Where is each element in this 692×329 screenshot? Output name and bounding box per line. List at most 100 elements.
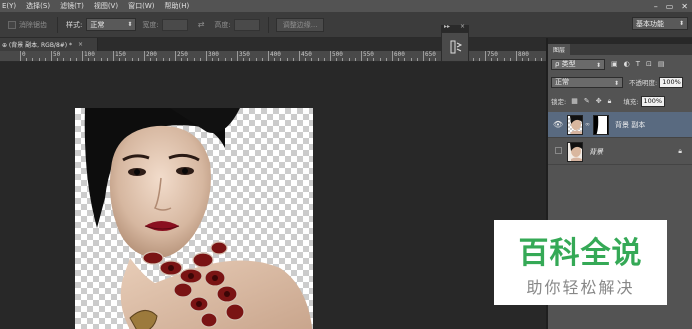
ruler-minor-tick — [416, 58, 418, 61]
ruler-minor-tick — [212, 58, 214, 61]
ruler-minor-tick — [131, 58, 133, 61]
filter-select[interactable]: ρ 类型 ⬍ — [551, 58, 605, 70]
ruler-label: 150 — [115, 51, 126, 58]
ruler-major-tick — [175, 51, 176, 61]
maximize-button[interactable]: ▭ — [666, 2, 674, 11]
ruler-label: 400 — [270, 51, 281, 58]
chevron-down-icon: ⬍ — [613, 79, 619, 87]
ruler-minor-tick — [75, 58, 77, 61]
document-tab-label: ⊕ (背景 副本, RGB/8#) * — [2, 42, 73, 49]
ruler-major-tick — [268, 51, 269, 61]
chevron-down-icon: ⬍ — [678, 20, 684, 27]
style-select[interactable]: 正常 ⬍ — [86, 18, 137, 31]
layer-filter-row: ρ 类型 ⬍ ▣ ◐ T ⊡ ▤ — [548, 57, 692, 71]
lock-label: 锁定: — [551, 98, 567, 106]
height-label: 高度: — [214, 20, 231, 29]
layer-name[interactable]: 背景 — [589, 147, 603, 157]
opacity-field[interactable]: 100% — [659, 76, 684, 88]
menu-view[interactable]: 视图(V) — [94, 1, 118, 11]
ruler-label: 250 — [177, 51, 188, 58]
menu-window[interactable]: 窗口(W) — [128, 1, 154, 11]
close-window-button[interactable]: ✕ — [681, 2, 688, 11]
workspace-select[interactable]: 基本功能 ⬍ — [632, 17, 688, 30]
smart-object-filter-icon[interactable]: ▤ — [658, 60, 665, 68]
ruler-label: 300 — [208, 51, 219, 58]
image-filter-icon[interactable]: ▣ — [611, 60, 618, 68]
menu-edit[interactable]: E(Y) — [2, 2, 16, 10]
ruler-minor-tick — [63, 58, 65, 61]
ruler-minor-tick — [491, 58, 493, 61]
shape-filter-icon[interactable]: ⊡ — [646, 60, 652, 68]
visibility-toggle[interactable] — [551, 147, 565, 156]
width-field[interactable] — [161, 18, 188, 31]
ruler-minor-tick — [193, 58, 195, 61]
panel-tab-bar: 图层 — [548, 44, 692, 55]
menu-filter[interactable]: 滤镜(T) — [60, 1, 84, 11]
ruler-minor-tick — [168, 58, 170, 61]
floating-tool-panel[interactable] — [441, 32, 469, 62]
ruler-label: 550 — [363, 51, 374, 58]
swap-icon[interactable]: ⇄ — [198, 20, 205, 29]
ruler-major-tick — [423, 51, 424, 61]
lock-all-icon[interactable]: 🔒︎ — [608, 97, 612, 106]
refine-edge-button[interactable]: 调整边缘... — [275, 17, 325, 32]
minimize-button[interactable]: – — [654, 2, 658, 11]
ruler-minor-tick — [478, 58, 480, 61]
lock-position-icon[interactable]: ✥ — [596, 97, 602, 105]
close-icon[interactable]: × — [460, 23, 465, 30]
ruler-major-tick — [485, 51, 486, 61]
menu-help[interactable]: 帮助(H) — [164, 1, 189, 11]
ruler-minor-tick — [218, 58, 220, 61]
ruler-minor-tick — [94, 58, 96, 61]
ruler-minor-tick — [534, 58, 536, 61]
ruler-minor-tick — [162, 58, 164, 61]
ruler-minor-tick — [100, 58, 102, 61]
ruler-minor-tick — [410, 58, 412, 61]
ruler-label: 0 — [22, 51, 26, 58]
ruler-minor-tick — [249, 58, 251, 61]
antialias-label: 消除锯齿 — [19, 20, 47, 29]
ruler-label: 200 — [146, 51, 157, 58]
style-label: 样式: — [66, 20, 83, 29]
ruler-minor-tick — [540, 58, 542, 61]
ruler-minor-tick — [404, 58, 406, 61]
ruler-minor-tick — [230, 58, 232, 61]
document-tab[interactable]: ⊕ (背景 副本, RGB/8#) * × — [0, 38, 98, 51]
type-filter-icon[interactable]: T — [636, 60, 640, 68]
floating-panel-header[interactable]: ▸▸ × — [441, 23, 469, 32]
width-label: 宽度: — [142, 20, 159, 29]
layer-row-background[interactable]: 背景 🔒︎ — [548, 139, 692, 165]
fill-label: 填充: — [623, 98, 639, 106]
ruler-minor-tick — [472, 58, 474, 61]
ruler-minor-tick — [125, 58, 127, 61]
canvas-area[interactable] — [0, 62, 546, 329]
history-brush-icon[interactable] — [442, 33, 470, 63]
layer-row-background-copy[interactable]: 👁︎ ∞ 背景 副本 — [548, 112, 692, 138]
layer-name[interactable]: 背景 副本 — [615, 120, 645, 130]
ruler-major-tick — [361, 51, 362, 61]
ruler-minor-tick — [44, 58, 46, 61]
ruler-minor-tick — [106, 58, 108, 61]
ruler-minor-tick — [503, 58, 505, 61]
close-icon[interactable]: × — [78, 41, 83, 48]
ruler-major-tick — [82, 51, 83, 61]
link-icon[interactable]: ∞ — [585, 121, 590, 128]
antialias-checkbox[interactable] — [8, 20, 16, 29]
ruler-major-tick — [237, 51, 238, 61]
ruler-minor-tick — [373, 58, 375, 61]
height-field[interactable] — [233, 18, 260, 31]
ruler-minor-tick — [317, 58, 319, 61]
lock-transparent-icon[interactable]: ▦ — [571, 97, 578, 105]
tab-layers[interactable]: 图层 — [548, 44, 570, 55]
ruler-minor-tick — [255, 58, 257, 61]
fill-field[interactable]: 100% — [640, 95, 665, 107]
adjustment-filter-icon[interactable]: ◐ — [624, 60, 630, 68]
eye-icon[interactable]: 👁︎ — [551, 120, 565, 129]
document-canvas[interactable] — [75, 108, 313, 329]
collapse-icon[interactable]: ▸▸ — [444, 23, 450, 30]
lock-image-icon[interactable]: ✎ — [584, 97, 590, 105]
layer-mask-thumbnail[interactable] — [593, 114, 609, 135]
menu-select[interactable]: 选择(S) — [26, 1, 50, 11]
blend-mode-select[interactable]: 正常 ⬍ — [551, 76, 623, 88]
watermark: 百科全说 助你轻松解决 — [494, 220, 667, 305]
